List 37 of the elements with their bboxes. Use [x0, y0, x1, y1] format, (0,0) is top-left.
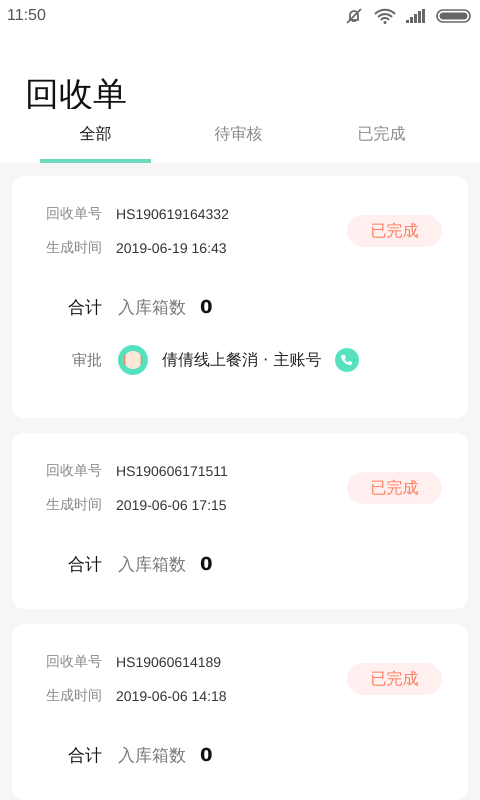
approval-label: 审批	[71, 350, 102, 370]
phone-icon[interactable]	[335, 348, 360, 372]
page-title: 回收单	[0, 31, 480, 109]
order-number: HS190606171511	[116, 463, 228, 479]
box-count: 0	[200, 296, 213, 318]
box-count-label: 入库箱数	[118, 744, 186, 766]
wifi-icon	[374, 8, 396, 24]
order-number: HS19060614189	[116, 654, 222, 670]
muted-bell-icon	[344, 8, 364, 24]
created-time: 2019-06-19 16:43	[116, 240, 227, 256]
total-label: 合计	[67, 296, 102, 318]
box-count: 0	[200, 744, 213, 766]
status-badge: 已完成	[347, 215, 442, 247]
field-label: 生成时间	[45, 687, 102, 705]
created-time: 2019-06-06 14:18	[116, 688, 227, 704]
box-count-label: 入库箱数	[118, 296, 186, 318]
box-count-label: 入库箱数	[118, 554, 186, 576]
tab[interactable]: 全部	[40, 109, 151, 163]
created-time: 2019-06-06 17:15	[116, 497, 227, 513]
field-label: 回收单号	[45, 205, 102, 223]
box-count: 0	[200, 554, 213, 574]
total-label: 合计	[67, 554, 102, 576]
status-time: 11:50	[7, 6, 46, 24]
status-badge: 已完成	[347, 472, 442, 504]
total-label: 合计	[67, 744, 102, 766]
plate-avatar-icon	[118, 345, 148, 375]
approver-name: 倩倩线上餐消 · 主账号	[162, 350, 322, 370]
tab[interactable]: 待审核	[183, 109, 294, 163]
tab[interactable]: 已完成	[326, 109, 437, 163]
field-label: 回收单号	[45, 462, 102, 480]
signal-icon	[406, 8, 426, 22]
status-badge: 已完成	[347, 663, 442, 695]
order-number: HS190619164332	[116, 206, 229, 222]
battery-icon	[436, 8, 472, 22]
field-label: 生成时间	[45, 496, 102, 514]
field-label: 生成时间	[45, 239, 102, 257]
field-label: 回收单号	[45, 653, 102, 671]
